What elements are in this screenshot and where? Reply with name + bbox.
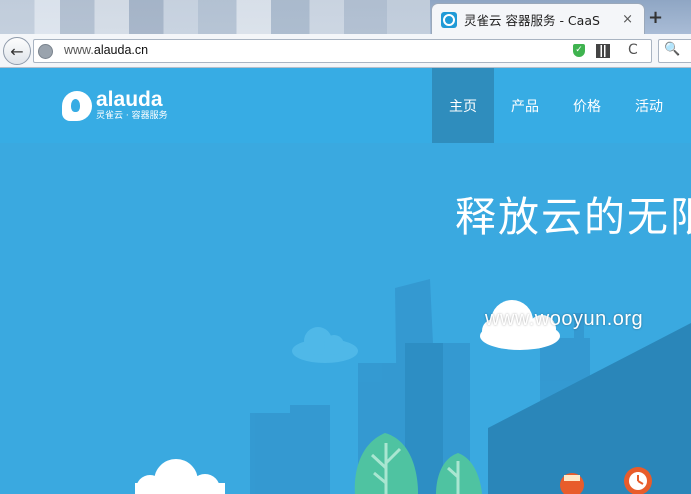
address-bar[interactable]: www.alauda.cn ✓ C — [33, 39, 652, 63]
shield-icon[interactable]: ✓ — [573, 44, 585, 57]
search-icon: 🔍 — [664, 42, 681, 57]
tab-strip: 灵雀云 容器服务 - CaaS × + — [0, 0, 691, 34]
logo-word: alauda — [96, 88, 163, 111]
building — [290, 405, 330, 494]
main-nav: 主页 产品 价格 活动 — [432, 68, 680, 143]
search-box[interactable]: 🔍 — [658, 39, 691, 63]
nav-item-home[interactable]: 主页 — [432, 68, 494, 143]
reload-icon[interactable]: C — [628, 42, 638, 58]
tab-title: 灵雀云 容器服务 - CaaS — [464, 13, 600, 28]
new-tab-button[interactable]: + — [648, 7, 663, 28]
cloud-back — [292, 327, 358, 363]
globe-icon — [38, 44, 53, 59]
nav-item-products[interactable]: 产品 — [494, 68, 556, 143]
site-header: alauda 灵雀云 · 容器服务 主页 产品 价格 活动 — [0, 68, 691, 143]
blurred-tabs — [0, 0, 430, 34]
clock-icon — [624, 467, 652, 494]
alauda-bird-icon — [62, 91, 92, 121]
qr-code-icon[interactable] — [596, 44, 610, 58]
browser-navbar: ← www.alauda.cn ✓ C 🔍 — [0, 34, 691, 68]
active-tab[interactable]: 灵雀云 容器服务 - CaaS × — [431, 3, 645, 34]
hero-title: 释放云的无限 — [455, 193, 691, 241]
alauda-logo[interactable]: alauda 灵雀云 · 容器服务 — [62, 88, 168, 124]
logo-subtitle: 灵雀云 · 容器服务 — [96, 111, 168, 121]
nav-item-events[interactable]: 活动 — [618, 68, 680, 143]
watermark: www.wooyun.org — [485, 308, 644, 330]
close-tab-icon[interactable]: × — [622, 12, 633, 27]
back-button[interactable]: ← — [3, 37, 31, 65]
cloud-bottom — [135, 459, 225, 494]
alauda-favicon-icon — [441, 11, 457, 28]
url-text[interactable]: www.alauda.cn — [64, 43, 148, 57]
nav-item-pricing[interactable]: 价格 — [556, 68, 618, 143]
